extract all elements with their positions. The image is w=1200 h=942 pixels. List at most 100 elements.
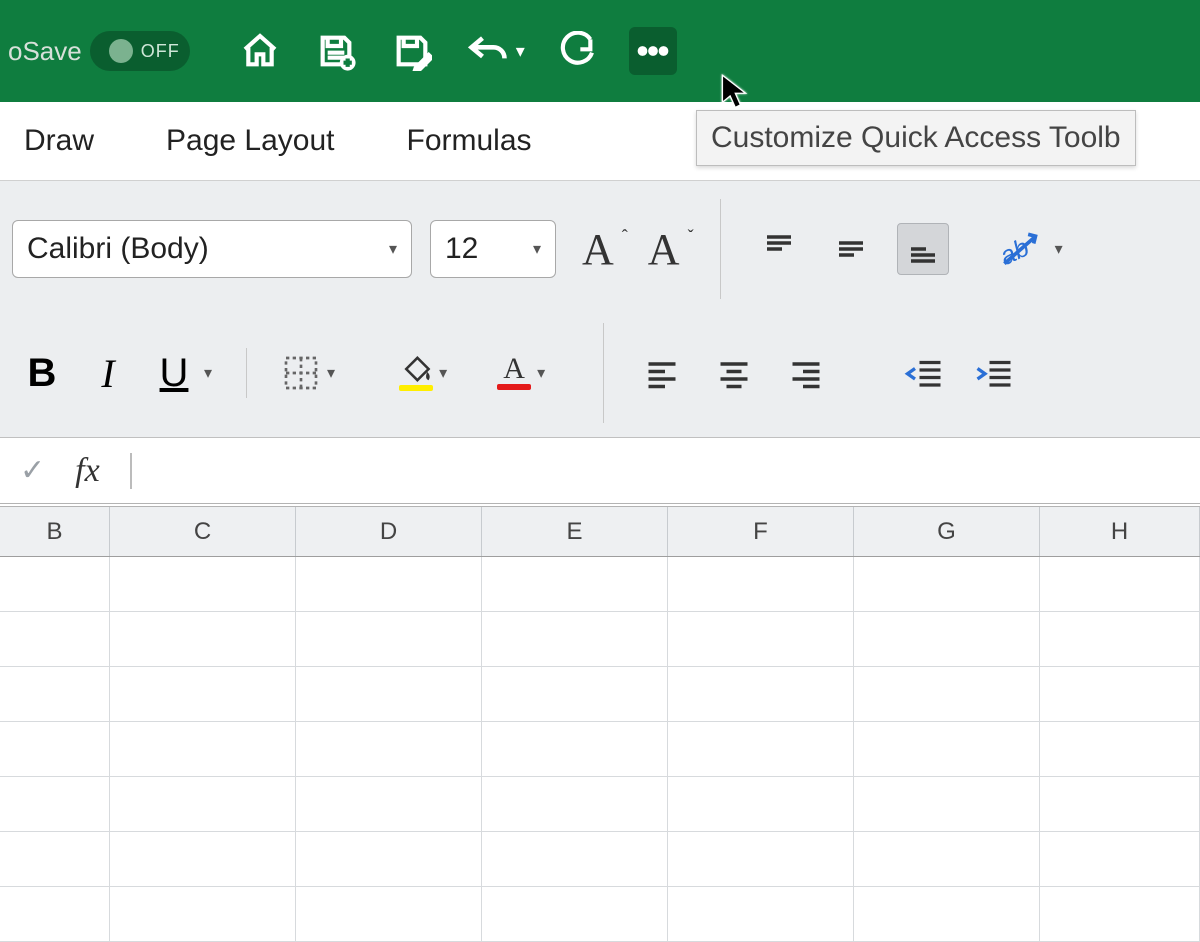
font-size-combo[interactable]: 12 ▾: [430, 220, 556, 278]
cell[interactable]: [110, 832, 296, 887]
italic-button[interactable]: I: [84, 350, 132, 397]
undo-split-button[interactable]: ▾: [464, 27, 525, 75]
orientation-button[interactable]: ab ▾: [997, 227, 1063, 271]
decrease-indent-button[interactable]: [898, 347, 950, 399]
confirm-check-icon[interactable]: ✓: [20, 453, 45, 488]
cell[interactable]: [854, 722, 1040, 777]
cell[interactable]: [854, 832, 1040, 887]
undo-button[interactable]: [464, 27, 512, 75]
chevron-down-icon[interactable]: ▾: [516, 41, 525, 62]
cell[interactable]: [296, 777, 482, 832]
col-header[interactable]: H: [1040, 507, 1200, 556]
cell[interactable]: [668, 722, 854, 777]
cell[interactable]: [110, 777, 296, 832]
save-as-button[interactable]: [388, 27, 436, 75]
cell[interactable]: [668, 667, 854, 722]
cell[interactable]: [0, 887, 110, 942]
save-button[interactable]: [312, 27, 360, 75]
underline-split-button[interactable]: U ▾: [150, 351, 212, 396]
decrease-font-button[interactable]: Aˇ: [640, 224, 688, 275]
cell[interactable]: [0, 612, 110, 667]
cell[interactable]: [296, 557, 482, 612]
align-center-button[interactable]: [708, 347, 760, 399]
cell[interactable]: [482, 667, 668, 722]
chevron-down-icon[interactable]: ▾: [537, 363, 545, 383]
tab-formulas[interactable]: Formulas: [403, 118, 536, 164]
col-header[interactable]: F: [668, 507, 854, 556]
cell[interactable]: [854, 557, 1040, 612]
cell[interactable]: [668, 557, 854, 612]
cell[interactable]: [110, 557, 296, 612]
cell[interactable]: [1040, 557, 1200, 612]
underline-button[interactable]: U: [150, 351, 198, 396]
chevron-down-icon[interactable]: ▾: [327, 363, 335, 383]
col-header[interactable]: D: [296, 507, 482, 556]
cell[interactable]: [854, 777, 1040, 832]
cell[interactable]: [296, 612, 482, 667]
cell[interactable]: [854, 887, 1040, 942]
cell[interactable]: [1040, 887, 1200, 942]
increase-indent-button[interactable]: [968, 347, 1020, 399]
cell[interactable]: [110, 887, 296, 942]
increase-font-button[interactable]: Aˆ: [574, 224, 622, 275]
cell[interactable]: [668, 887, 854, 942]
more-commands-button[interactable]: [629, 27, 677, 75]
align-top-button[interactable]: [753, 223, 805, 275]
home-button[interactable]: [236, 27, 284, 75]
cell[interactable]: [668, 777, 854, 832]
col-header[interactable]: B: [0, 507, 110, 556]
cell[interactable]: [110, 667, 296, 722]
cell[interactable]: [110, 722, 296, 777]
font-color-split-button[interactable]: A ▾: [497, 356, 545, 390]
chevron-down-icon[interactable]: ▾: [439, 363, 447, 383]
align-left-button[interactable]: [636, 347, 688, 399]
align-middle-button[interactable]: [825, 223, 877, 275]
cell[interactable]: [110, 612, 296, 667]
borders-icon: [281, 353, 321, 393]
fill-color-split-button[interactable]: ▾: [399, 355, 447, 391]
cell[interactable]: [482, 887, 668, 942]
borders-split-button[interactable]: ▾: [281, 353, 335, 393]
cell[interactable]: [296, 887, 482, 942]
cell[interactable]: [0, 667, 110, 722]
cell[interactable]: [0, 832, 110, 887]
align-right-button[interactable]: [780, 347, 832, 399]
bold-button[interactable]: B: [18, 351, 66, 396]
cell[interactable]: [482, 832, 668, 887]
font-name-combo[interactable]: Calibri (Body) ▾: [12, 220, 412, 278]
spreadsheet-grid[interactable]: [0, 557, 1200, 942]
cell[interactable]: [296, 722, 482, 777]
align-bottom-button[interactable]: [897, 223, 949, 275]
cell[interactable]: [854, 612, 1040, 667]
cell[interactable]: [1040, 612, 1200, 667]
cell[interactable]: [0, 722, 110, 777]
cell[interactable]: [482, 777, 668, 832]
col-header[interactable]: G: [854, 507, 1040, 556]
cell[interactable]: [1040, 832, 1200, 887]
fx-label[interactable]: fx: [75, 452, 100, 490]
cell[interactable]: [0, 557, 110, 612]
tab-page-layout[interactable]: Page Layout: [162, 118, 338, 164]
cell[interactable]: [668, 832, 854, 887]
cell[interactable]: [296, 832, 482, 887]
cell[interactable]: [0, 777, 110, 832]
cell[interactable]: [1040, 777, 1200, 832]
cell[interactable]: [668, 612, 854, 667]
autosave-toggle[interactable]: OFF: [90, 31, 190, 71]
col-header[interactable]: E: [482, 507, 668, 556]
cell[interactable]: [854, 667, 1040, 722]
redo-button[interactable]: [553, 27, 601, 75]
chevron-down-icon[interactable]: ▾: [204, 363, 212, 383]
col-header[interactable]: C: [110, 507, 296, 556]
horizontal-align-group: [636, 347, 832, 399]
cell[interactable]: [482, 722, 668, 777]
cell[interactable]: [482, 612, 668, 667]
formula-input[interactable]: [130, 453, 132, 489]
cell[interactable]: [1040, 722, 1200, 777]
tab-draw[interactable]: Draw: [20, 118, 98, 164]
cell[interactable]: [482, 557, 668, 612]
caret-down-icon: ˇ: [688, 226, 694, 247]
cell[interactable]: [1040, 667, 1200, 722]
autosave-control[interactable]: oSave OFF: [8, 31, 190, 71]
cell[interactable]: [296, 667, 482, 722]
